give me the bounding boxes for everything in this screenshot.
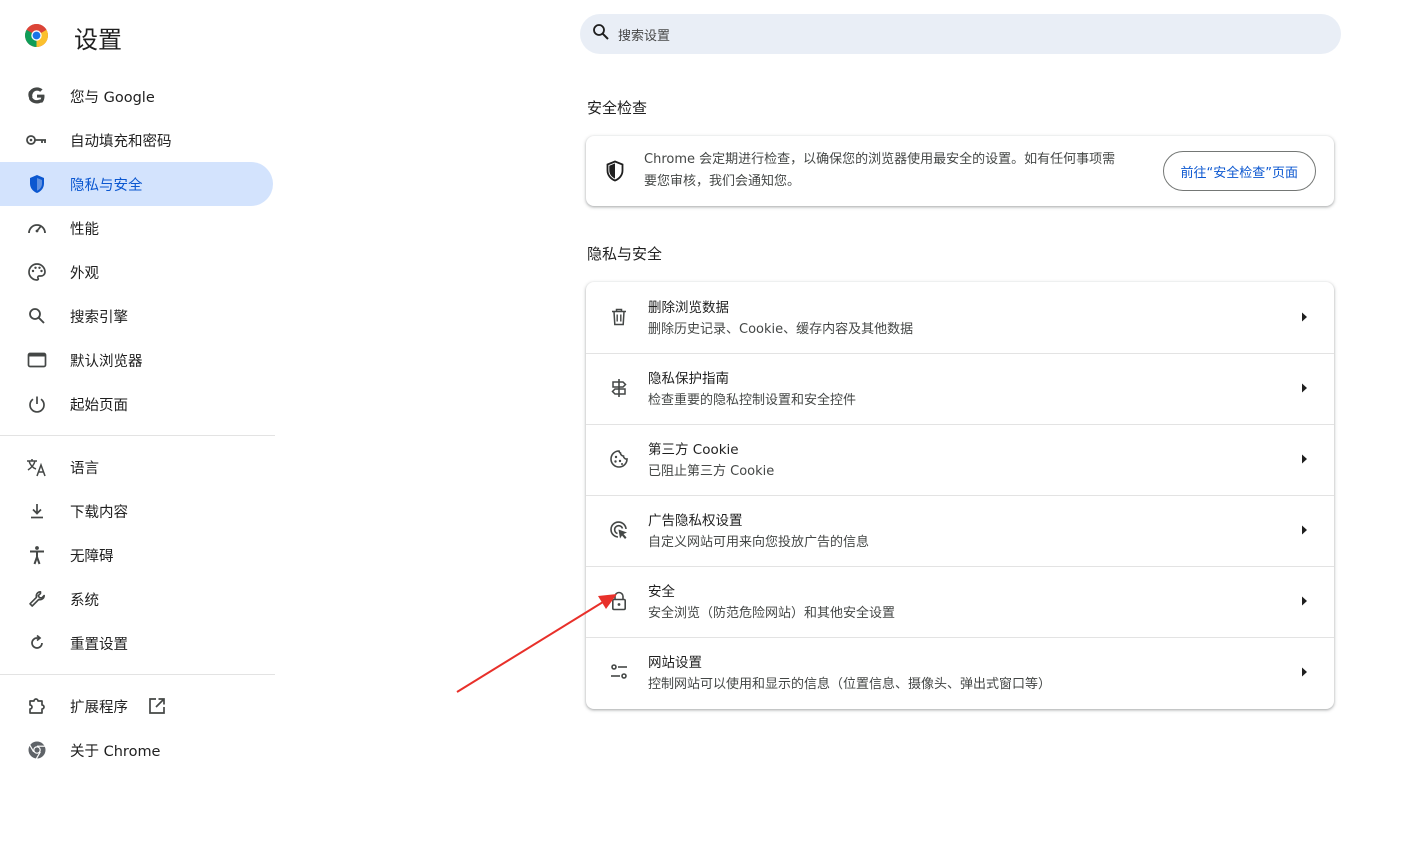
row-title: 第三方 Cookie (648, 442, 739, 458)
sidebar-item-downloads[interactable]: 下载内容 (0, 489, 275, 533)
privacy-security-card: 删除浏览数据 删除历史记录、Cookie、缓存内容及其他数据 隐私保护指南 检查… (586, 282, 1334, 709)
sidebar-item-on-startup[interactable]: 起始页面 (0, 382, 275, 426)
sidebar-item-label: 系统 (70, 592, 99, 609)
search-bar[interactable]: 搜索设置 (580, 14, 1341, 54)
search-icon (592, 23, 610, 45)
sidebar-item-languages[interactable]: 语言 (0, 445, 275, 489)
annotation-arrow-line (456, 601, 604, 693)
row-title: 安全 (648, 584, 675, 600)
sidebar-item-performance[interactable]: 性能 (0, 206, 275, 250)
lock-icon (608, 590, 630, 612)
safety-check-description: Chrome 会定期进行检查，以确保您的浏览器使用最安全的设置。如有任何事项需要… (644, 152, 1116, 189)
sidebar-item-appearance[interactable]: 外观 (0, 250, 275, 294)
sidebar-item-label: 无障碍 (70, 548, 114, 565)
page-title: 设置 (74, 26, 122, 54)
arrow-right-icon (1302, 667, 1307, 677)
palette-icon (26, 261, 48, 283)
sidebar-item-label: 隐私与安全 (70, 177, 143, 194)
sidebar-item-label: 关于 Chrome (70, 743, 161, 760)
row-title: 网站设置 (648, 655, 702, 671)
cookie-icon (608, 448, 630, 470)
sidebar-item-label: 下载内容 (70, 504, 128, 521)
ad-privacy-icon (608, 519, 630, 541)
row-ad-privacy[interactable]: 广告隐私权设置 自定义网站可用来向您投放广告的信息 (586, 495, 1334, 566)
sidebar-item-label: 扩展程序 (70, 699, 128, 716)
sidebar-item-privacy-security[interactable]: 隐私与安全 (0, 162, 273, 206)
key-icon (26, 129, 48, 151)
search-icon (26, 305, 48, 327)
sidebar-item-you-and-google[interactable]: 您与 Google (0, 74, 275, 118)
row-subtitle: 自定义网站可用来向您投放广告的信息 (648, 535, 870, 550)
translate-icon (26, 456, 48, 478)
chrome-logo-icon (25, 24, 48, 47)
reset-icon (26, 632, 48, 654)
sidebar-item-label: 搜索引擎 (70, 309, 128, 326)
shield-icon (26, 173, 48, 195)
sidebar-item-label: 重置设置 (70, 636, 128, 653)
sidebar-item-extensions[interactable]: 扩展程序 (0, 684, 275, 728)
row-subtitle: 删除历史记录、Cookie、缓存内容及其他数据 (648, 322, 914, 337)
row-title: 删除浏览数据 (648, 300, 729, 316)
section-title-safety-check: 安全检查 (587, 99, 648, 117)
row-title: 隐私保护指南 (648, 371, 729, 387)
sidebar-item-label: 默认浏览器 (70, 353, 143, 370)
sidebar-item-label: 外观 (70, 265, 99, 282)
arrow-right-icon (1302, 312, 1307, 322)
sidebar-item-label: 自动填充和密码 (70, 133, 172, 150)
sidebar-item-accessibility[interactable]: 无障碍 (0, 533, 275, 577)
accessibility-icon (26, 544, 48, 566)
sidebar-item-label: 起始页面 (70, 397, 128, 414)
safety-shield-icon (605, 160, 625, 186)
row-subtitle: 安全浏览（防范危险网站）和其他安全设置 (648, 606, 896, 621)
sidebar-nav: 您与 Google 自动填充和密码 隐私与安全 性能 外观 搜索引擎 默认浏览器… (0, 74, 275, 772)
sidebar-item-label: 您与 Google (70, 89, 155, 106)
arrow-right-icon (1302, 525, 1307, 535)
google-g-icon (26, 85, 48, 107)
sidebar-divider (0, 674, 275, 675)
wrench-icon (26, 588, 48, 610)
sidebar-item-reset[interactable]: 重置设置 (0, 621, 275, 665)
row-site-settings[interactable]: 网站设置 控制网站可以使用和显示的信息（位置信息、摄像头、弹出式窗口等） (586, 637, 1334, 708)
open-in-new-icon[interactable] (148, 697, 166, 715)
sidebar-item-autofill[interactable]: 自动填充和密码 (0, 118, 275, 162)
safety-check-card: Chrome 会定期进行检查，以确保您的浏览器使用最安全的设置。如有任何事项需要… (586, 136, 1334, 206)
row-security[interactable]: 安全 安全浏览（防范危险网站）和其他安全设置 (586, 566, 1334, 637)
speedometer-icon (26, 217, 48, 239)
row-privacy-guide[interactable]: 隐私保护指南 检查重要的隐私控制设置和安全控件 (586, 353, 1334, 424)
row-third-party-cookies[interactable]: 第三方 Cookie 已阻止第三方 Cookie (586, 424, 1334, 495)
sidebar-item-label: 性能 (70, 221, 99, 238)
row-title: 广告隐私权设置 (648, 513, 743, 529)
row-subtitle: 检查重要的隐私控制设置和安全控件 (648, 393, 857, 408)
arrow-right-icon (1302, 596, 1307, 606)
row-subtitle: 已阻止第三方 Cookie (648, 464, 775, 479)
puzzle-icon (26, 695, 48, 717)
power-icon (26, 393, 48, 415)
row-subtitle: 控制网站可以使用和显示的信息（位置信息、摄像头、弹出式窗口等） (648, 677, 1052, 692)
sidebar-item-default-browser[interactable]: 默认浏览器 (0, 338, 275, 382)
browser-window-icon (26, 349, 48, 371)
tune-icon (608, 661, 630, 683)
go-to-safety-check-button[interactable]: 前往“安全检查”页面 (1162, 151, 1316, 191)
chrome-icon (26, 739, 48, 761)
sidebar-divider (0, 435, 275, 436)
arrow-right-icon (1302, 454, 1307, 464)
download-icon (26, 500, 48, 522)
sidebar-item-search-engine[interactable]: 搜索引擎 (0, 294, 275, 338)
section-title-privacy-security: 隐私与安全 (587, 245, 663, 263)
sidebar-item-label: 语言 (70, 460, 99, 477)
search-input[interactable]: 搜索设置 (618, 25, 670, 44)
sidebar-item-system[interactable]: 系统 (0, 577, 275, 621)
signpost-icon (608, 377, 630, 399)
arrow-right-icon (1302, 383, 1307, 393)
trash-icon (608, 306, 630, 328)
sidebar-item-about-chrome[interactable]: 关于 Chrome (0, 728, 275, 772)
row-clear-browsing-data[interactable]: 删除浏览数据 删除历史记录、Cookie、缓存内容及其他数据 (586, 282, 1334, 353)
